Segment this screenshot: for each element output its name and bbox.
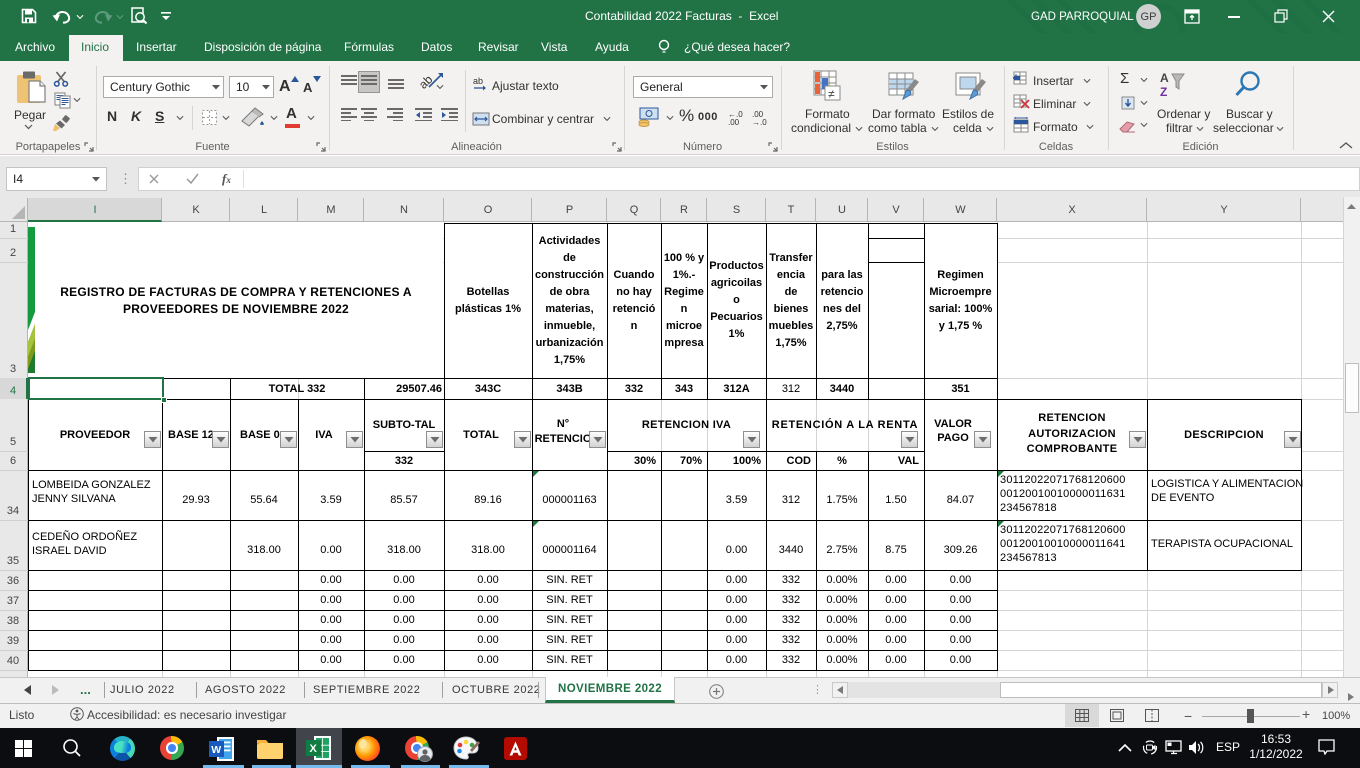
svg-text:X: X	[310, 743, 318, 755]
svg-text:→.0: →.0	[752, 118, 767, 125]
svg-text:Z: Z	[1160, 85, 1167, 99]
svg-text:W: W	[211, 744, 221, 756]
svg-text:.00: .00	[728, 118, 740, 125]
svg-text:ab: ab	[473, 76, 483, 86]
svg-text:≠: ≠	[828, 87, 835, 101]
svg-text:A: A	[1160, 71, 1169, 85]
